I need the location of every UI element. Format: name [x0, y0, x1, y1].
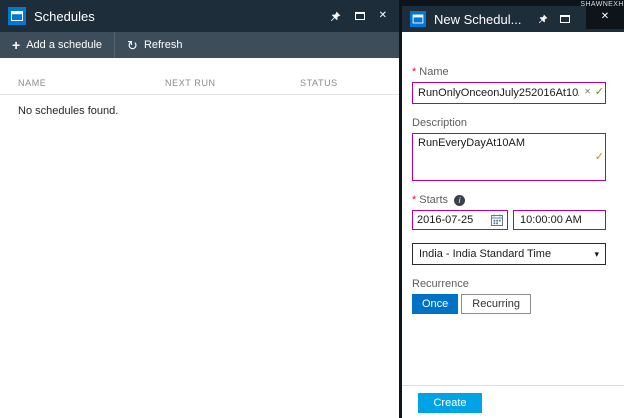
name-input[interactable]	[412, 82, 606, 104]
required-asterisk: *	[412, 194, 417, 206]
new-schedule-title: New Schedul...	[434, 11, 522, 27]
calendar-icon[interactable]	[491, 214, 503, 226]
titlebar-actions	[538, 14, 574, 24]
chevron-down-icon: ▾	[594, 248, 599, 259]
schedules-title: Schedules	[34, 8, 95, 24]
start-datetime-row: 2016-07-25 10:00:00 AM	[412, 210, 606, 230]
portal-corner: SHAWNEXHO ✕	[580, 0, 624, 29]
name-label-text: Name	[419, 66, 449, 78]
new-schedule-blade-icon	[410, 11, 426, 27]
schedules-blade-icon	[8, 7, 26, 25]
description-input[interactable]: RunEveryDayAt10AM	[412, 133, 606, 181]
recurrence-label-text: Recurrence	[412, 278, 469, 290]
close-icon[interactable]: ✕	[379, 11, 387, 21]
description-label: Description	[412, 117, 606, 129]
account-name: SHAWNEXHO	[580, 1, 624, 8]
schedules-blade: Schedules ✕ + Add a schedule ↻ Refresh N…	[0, 0, 399, 418]
description-field: Description RunEveryDayAt10AM ✓	[412, 117, 606, 181]
starts-label-text: Starts	[419, 194, 449, 206]
info-icon[interactable]: i	[454, 194, 466, 206]
start-time-input[interactable]: 10:00:00 AM	[513, 210, 606, 230]
starts-label: * Starts i	[412, 194, 606, 206]
start-time-value: 10:00:00 AM	[520, 214, 582, 226]
add-icon: +	[12, 37, 21, 53]
add-schedule-label: Add a schedule	[26, 39, 103, 51]
timezone-value: India - India Standard Time	[419, 248, 552, 260]
recurring-toggle[interactable]: Recurring	[461, 294, 531, 314]
empty-message: No schedules found.	[18, 105, 119, 117]
timezone-select[interactable]: India - India Standard Time ▾	[412, 243, 606, 265]
description-check-icon: ✓	[594, 151, 604, 163]
create-button[interactable]: Create	[418, 393, 482, 413]
name-input-wrap: ✕ ✓	[412, 82, 606, 104]
description-input-wrap: RunEveryDayAt10AM ✓	[412, 133, 606, 181]
required-asterisk: *	[412, 66, 417, 78]
column-name: NAME	[18, 78, 47, 88]
maximize-icon[interactable]	[354, 12, 365, 20]
recurrence-toggle: Once Recurring	[412, 294, 606, 314]
pin-icon[interactable]	[330, 11, 341, 22]
create-bar: Create	[402, 385, 624, 418]
description-label-text: Description	[412, 117, 468, 129]
timezone-field: India - India Standard Time ▾	[412, 243, 606, 265]
pin-icon[interactable]	[538, 14, 548, 24]
starts-field: * Starts i 2016-07-25 10:00:00 AM	[412, 194, 606, 230]
name-label: * Name	[412, 66, 606, 78]
refresh-label: Refresh	[143, 39, 183, 51]
refresh-icon: ↻	[127, 37, 138, 53]
titlebar-actions: ✕	[330, 11, 391, 22]
clear-icon[interactable]: ✕	[584, 88, 591, 96]
schedules-table-header: NAME NEXT RUN STATUS	[0, 58, 399, 95]
name-field: * Name ✕ ✓	[412, 66, 606, 104]
recurrence-label: Recurrence	[412, 278, 606, 290]
start-date-input[interactable]: 2016-07-25	[412, 210, 508, 230]
schedules-titlebar: Schedules ✕	[0, 0, 399, 32]
once-toggle[interactable]: Once	[412, 294, 459, 314]
add-schedule-button[interactable]: + Add a schedule	[0, 32, 116, 58]
maximize-icon[interactable]	[560, 15, 570, 23]
new-schedule-form: * Name ✕ ✓ Description RunEveryDayAt10AM…	[402, 66, 624, 314]
valid-check-icon: ✓	[594, 86, 604, 98]
new-schedule-blade: New Schedul... * Name ✕ ✓	[402, 6, 624, 418]
refresh-button[interactable]: ↻ Refresh	[115, 32, 194, 58]
start-date-value: 2016-07-25	[417, 214, 474, 226]
portal-close-icon[interactable]: ✕	[601, 12, 609, 22]
recurrence-field: Recurrence Once Recurring	[412, 278, 606, 314]
column-next-run: NEXT RUN	[165, 78, 216, 88]
command-bar: + Add a schedule ↻ Refresh	[0, 32, 399, 58]
column-status: STATUS	[300, 78, 338, 88]
